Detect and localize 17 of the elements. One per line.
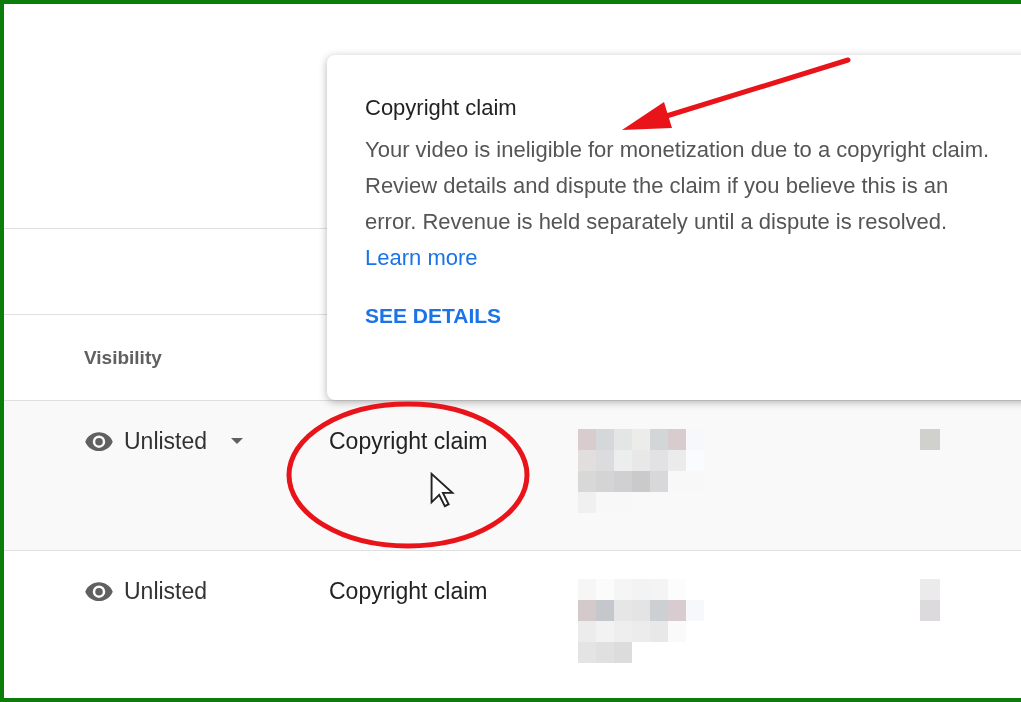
see-details-button[interactable]: SEE DETAILS	[365, 303, 502, 329]
caret-icon[interactable]	[231, 438, 244, 444]
restriction-label[interactable]: Copyright claim	[329, 429, 578, 453]
eye-icon	[84, 581, 114, 601]
restriction-label[interactable]: Copyright claim	[329, 579, 578, 603]
tooltip-text: Review details and dispute the claim if you believe this is an error. Revenue is held separately until a dispute is resolved.	[365, 172, 950, 236]
tooltip-title: Copyright claim	[365, 95, 518, 121]
pixelated-content-drawing	[920, 429, 940, 450]
tooltip-text: Your video is ineligible for monetization due to a copyright claim.	[365, 136, 990, 164]
learn-more-link[interactable]: Learn more	[365, 240, 478, 276]
cursor-icon	[429, 472, 455, 508]
visibility-label: Unlisted	[124, 427, 208, 455]
pixelated-content-drawing	[920, 579, 940, 621]
visibility-label: Unlisted	[124, 577, 208, 605]
column-header: Visibility	[84, 346, 162, 369]
table-row[interactable]: Unlisted Copyright claim	[4, 400, 1021, 550]
eye-icon	[84, 431, 114, 451]
